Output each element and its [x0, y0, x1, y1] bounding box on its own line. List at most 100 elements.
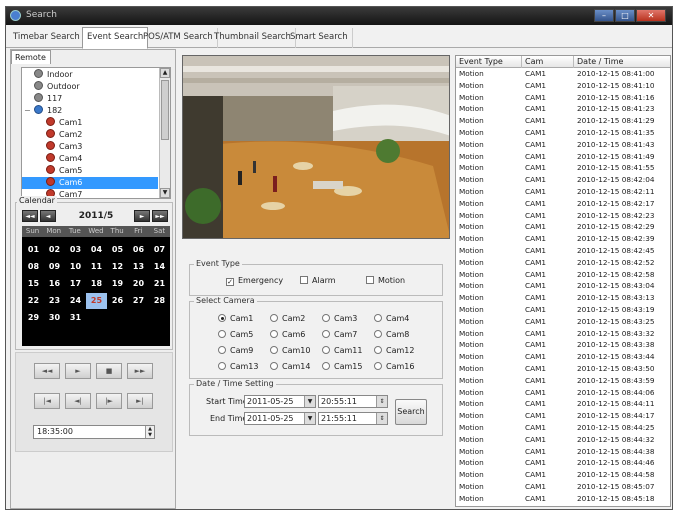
calendar-day[interactable]: 18: [86, 276, 107, 292]
table-row[interactable]: Motion CAM1 2010-12-15 08:43:13: [456, 293, 670, 303]
next-year-button[interactable]: ►►: [152, 210, 168, 222]
table-row[interactable]: Motion CAM1 2010-12-15 08:43:59: [456, 376, 670, 386]
tree-scrollbar[interactable]: ▲ ▼: [159, 68, 170, 198]
camera-radio-cam11[interactable]: Cam11: [322, 346, 362, 356]
time-spinner[interactable]: ▲ ▼: [145, 426, 154, 438]
play-button[interactable]: ►: [65, 363, 91, 379]
tree-item-cam2[interactable]: Cam2: [22, 129, 82, 141]
camera-radio-cam6[interactable]: Cam6: [270, 330, 305, 340]
dropdown-arrow-icon[interactable]: ▼: [304, 396, 315, 407]
calendar-day[interactable]: 26: [107, 293, 128, 309]
calendar-day[interactable]: 06: [128, 242, 149, 258]
table-row[interactable]: Motion CAM1 2010-12-15 08:42:04: [456, 175, 670, 185]
camera-radio-cam10[interactable]: Cam10: [270, 346, 310, 356]
calendar-day[interactable]: 10: [65, 259, 86, 275]
tree-item-cam6[interactable]: Cam6: [22, 177, 158, 189]
table-row[interactable]: Motion CAM1 2010-12-15 08:44:32: [456, 435, 670, 445]
calendar-day[interactable]: 05: [107, 242, 128, 258]
maximize-button[interactable]: □: [615, 9, 635, 22]
spinner-icon[interactable]: ⇕: [376, 396, 387, 407]
end-time-field[interactable]: 21:55:11 ⇕: [318, 412, 388, 425]
camera-radio-cam7[interactable]: Cam7: [322, 330, 357, 340]
table-row[interactable]: Motion CAM1 2010-12-15 08:42:39: [456, 234, 670, 244]
table-row[interactable]: Motion CAM1 2010-12-15 08:41:35: [456, 128, 670, 138]
table-row[interactable]: Motion CAM1 2010-12-15 08:41:29: [456, 116, 670, 126]
camera-radio-cam1[interactable]: Cam1: [218, 314, 253, 324]
camera-radio-cam13[interactable]: Cam13: [218, 362, 258, 372]
emergency-checkbox[interactable]: ✓ Emergency: [226, 276, 283, 286]
collapse-icon[interactable]: −: [24, 105, 31, 117]
minimize-button[interactable]: –: [594, 9, 614, 22]
calendar-day[interactable]: 09: [44, 259, 65, 275]
table-row[interactable]: Motion CAM1 2010-12-15 08:43:44: [456, 352, 670, 362]
table-row[interactable]: Motion CAM1 2010-12-15 08:44:11: [456, 399, 670, 409]
stop-button[interactable]: ■: [96, 363, 122, 379]
next-month-button[interactable]: ►: [134, 210, 150, 222]
table-row[interactable]: Motion CAM1 2010-12-15 08:41:10: [456, 81, 670, 91]
table-row[interactable]: Motion CAM1 2010-12-15 08:41:00: [456, 69, 670, 79]
calendar-day[interactable]: 08: [23, 259, 44, 275]
tree-item-117[interactable]: 117: [22, 93, 62, 105]
prev-month-button[interactable]: ◄: [40, 210, 56, 222]
camera-radio-cam3[interactable]: Cam3: [322, 314, 357, 324]
calendar-day[interactable]: 04: [86, 242, 107, 258]
table-row[interactable]: Motion CAM1 2010-12-15 08:44:46: [456, 458, 670, 468]
table-row[interactable]: Motion CAM1 2010-12-15 08:41:43: [456, 140, 670, 150]
tab-remote[interactable]: Remote: [11, 50, 51, 64]
table-row[interactable]: Motion CAM1 2010-12-15 08:43:25: [456, 317, 670, 327]
close-button[interactable]: ✕: [636, 9, 666, 22]
calendar-day[interactable]: 11: [86, 259, 107, 275]
table-row[interactable]: Motion CAM1 2010-12-15 08:44:06: [456, 388, 670, 398]
camera-tree[interactable]: ▲ ▼ Indoor Outdoor 117 − 182 Cam1 Cam2 Cam3 Cam4…: [21, 67, 171, 199]
scroll-down-arrow-icon[interactable]: ▼: [160, 188, 170, 198]
calendar-day[interactable]: 25: [86, 293, 107, 309]
col-event-type[interactable]: Event Type: [456, 56, 522, 68]
table-row[interactable]: Motion CAM1 2010-12-15 08:43:38: [456, 340, 670, 350]
camera-radio-cam16[interactable]: Cam16: [374, 362, 414, 372]
go-start-button[interactable]: |◄: [34, 393, 60, 409]
table-row[interactable]: Motion CAM1 2010-12-15 08:42:45: [456, 246, 670, 256]
camera-radio-cam4[interactable]: Cam4: [374, 314, 409, 324]
calendar-day[interactable]: 31: [65, 310, 86, 326]
table-row[interactable]: Motion CAM1 2010-12-15 08:45:07: [456, 482, 670, 492]
title-bar[interactable]: Search – □ ✕: [6, 7, 672, 25]
calendar-day[interactable]: 19: [107, 276, 128, 292]
camera-radio-cam5[interactable]: Cam5: [218, 330, 253, 340]
table-row[interactable]: Motion CAM1 2010-12-15 08:41:23: [456, 104, 670, 114]
table-row[interactable]: Motion CAM1 2010-12-15 08:43:50: [456, 364, 670, 374]
search-button[interactable]: Search: [395, 399, 427, 425]
table-row[interactable]: Motion CAM1 2010-12-15 08:44:58: [456, 470, 670, 480]
alarm-checkbox[interactable]: Alarm: [300, 276, 336, 286]
table-row[interactable]: Motion CAM1 2010-12-15 08:42:23: [456, 211, 670, 221]
tab-pos-atm-search[interactable]: POS/ATM Search: [139, 28, 218, 48]
calendar-day[interactable]: 15: [23, 276, 44, 292]
calendar-day[interactable]: 01: [23, 242, 44, 258]
spinner-icon[interactable]: ⇕: [376, 413, 387, 424]
calendar-day[interactable]: 30: [44, 310, 65, 326]
event-results-table[interactable]: Event Type Cam Date / Time Motion CAM1 201…: [455, 55, 671, 507]
calendar-day[interactable]: 23: [44, 293, 65, 309]
calendar-day[interactable]: 16: [44, 276, 65, 292]
tab-thumbnail-search[interactable]: Thumbnail Search: [210, 28, 296, 48]
fast-forward-button[interactable]: ►►: [127, 363, 153, 379]
tree-item-cam1[interactable]: Cam1: [22, 117, 82, 129]
start-time-field[interactable]: 20:55:11 ⇕: [318, 395, 388, 408]
table-row[interactable]: Motion CAM1 2010-12-15 08:43:19: [456, 305, 670, 315]
calendar-day[interactable]: 27: [128, 293, 149, 309]
table-row[interactable]: Motion CAM1 2010-12-15 08:41:55: [456, 163, 670, 173]
start-date-field[interactable]: 2011-05-25 ▼: [244, 395, 316, 408]
table-row[interactable]: Motion CAM1 2010-12-15 08:41:16: [456, 93, 670, 103]
tree-item-outdoor[interactable]: Outdoor: [22, 81, 80, 93]
tab-timebar-search[interactable]: Timebar Search: [9, 28, 85, 48]
col-date-time[interactable]: Date / Time: [574, 56, 670, 68]
calendar-day[interactable]: 29: [23, 310, 44, 326]
col-cam[interactable]: Cam: [522, 56, 574, 68]
camera-radio-cam15[interactable]: Cam15: [322, 362, 362, 372]
tree-item-182[interactable]: − 182: [22, 105, 62, 117]
table-row[interactable]: Motion CAM1 2010-12-15 08:44:38: [456, 447, 670, 457]
tree-item-cam4[interactable]: Cam4: [22, 153, 82, 165]
table-row[interactable]: Motion CAM1 2010-12-15 08:42:58: [456, 270, 670, 280]
tree-item-cam5[interactable]: Cam5: [22, 165, 82, 177]
go-end-button[interactable]: ►|: [127, 393, 153, 409]
camera-radio-cam12[interactable]: Cam12: [374, 346, 414, 356]
